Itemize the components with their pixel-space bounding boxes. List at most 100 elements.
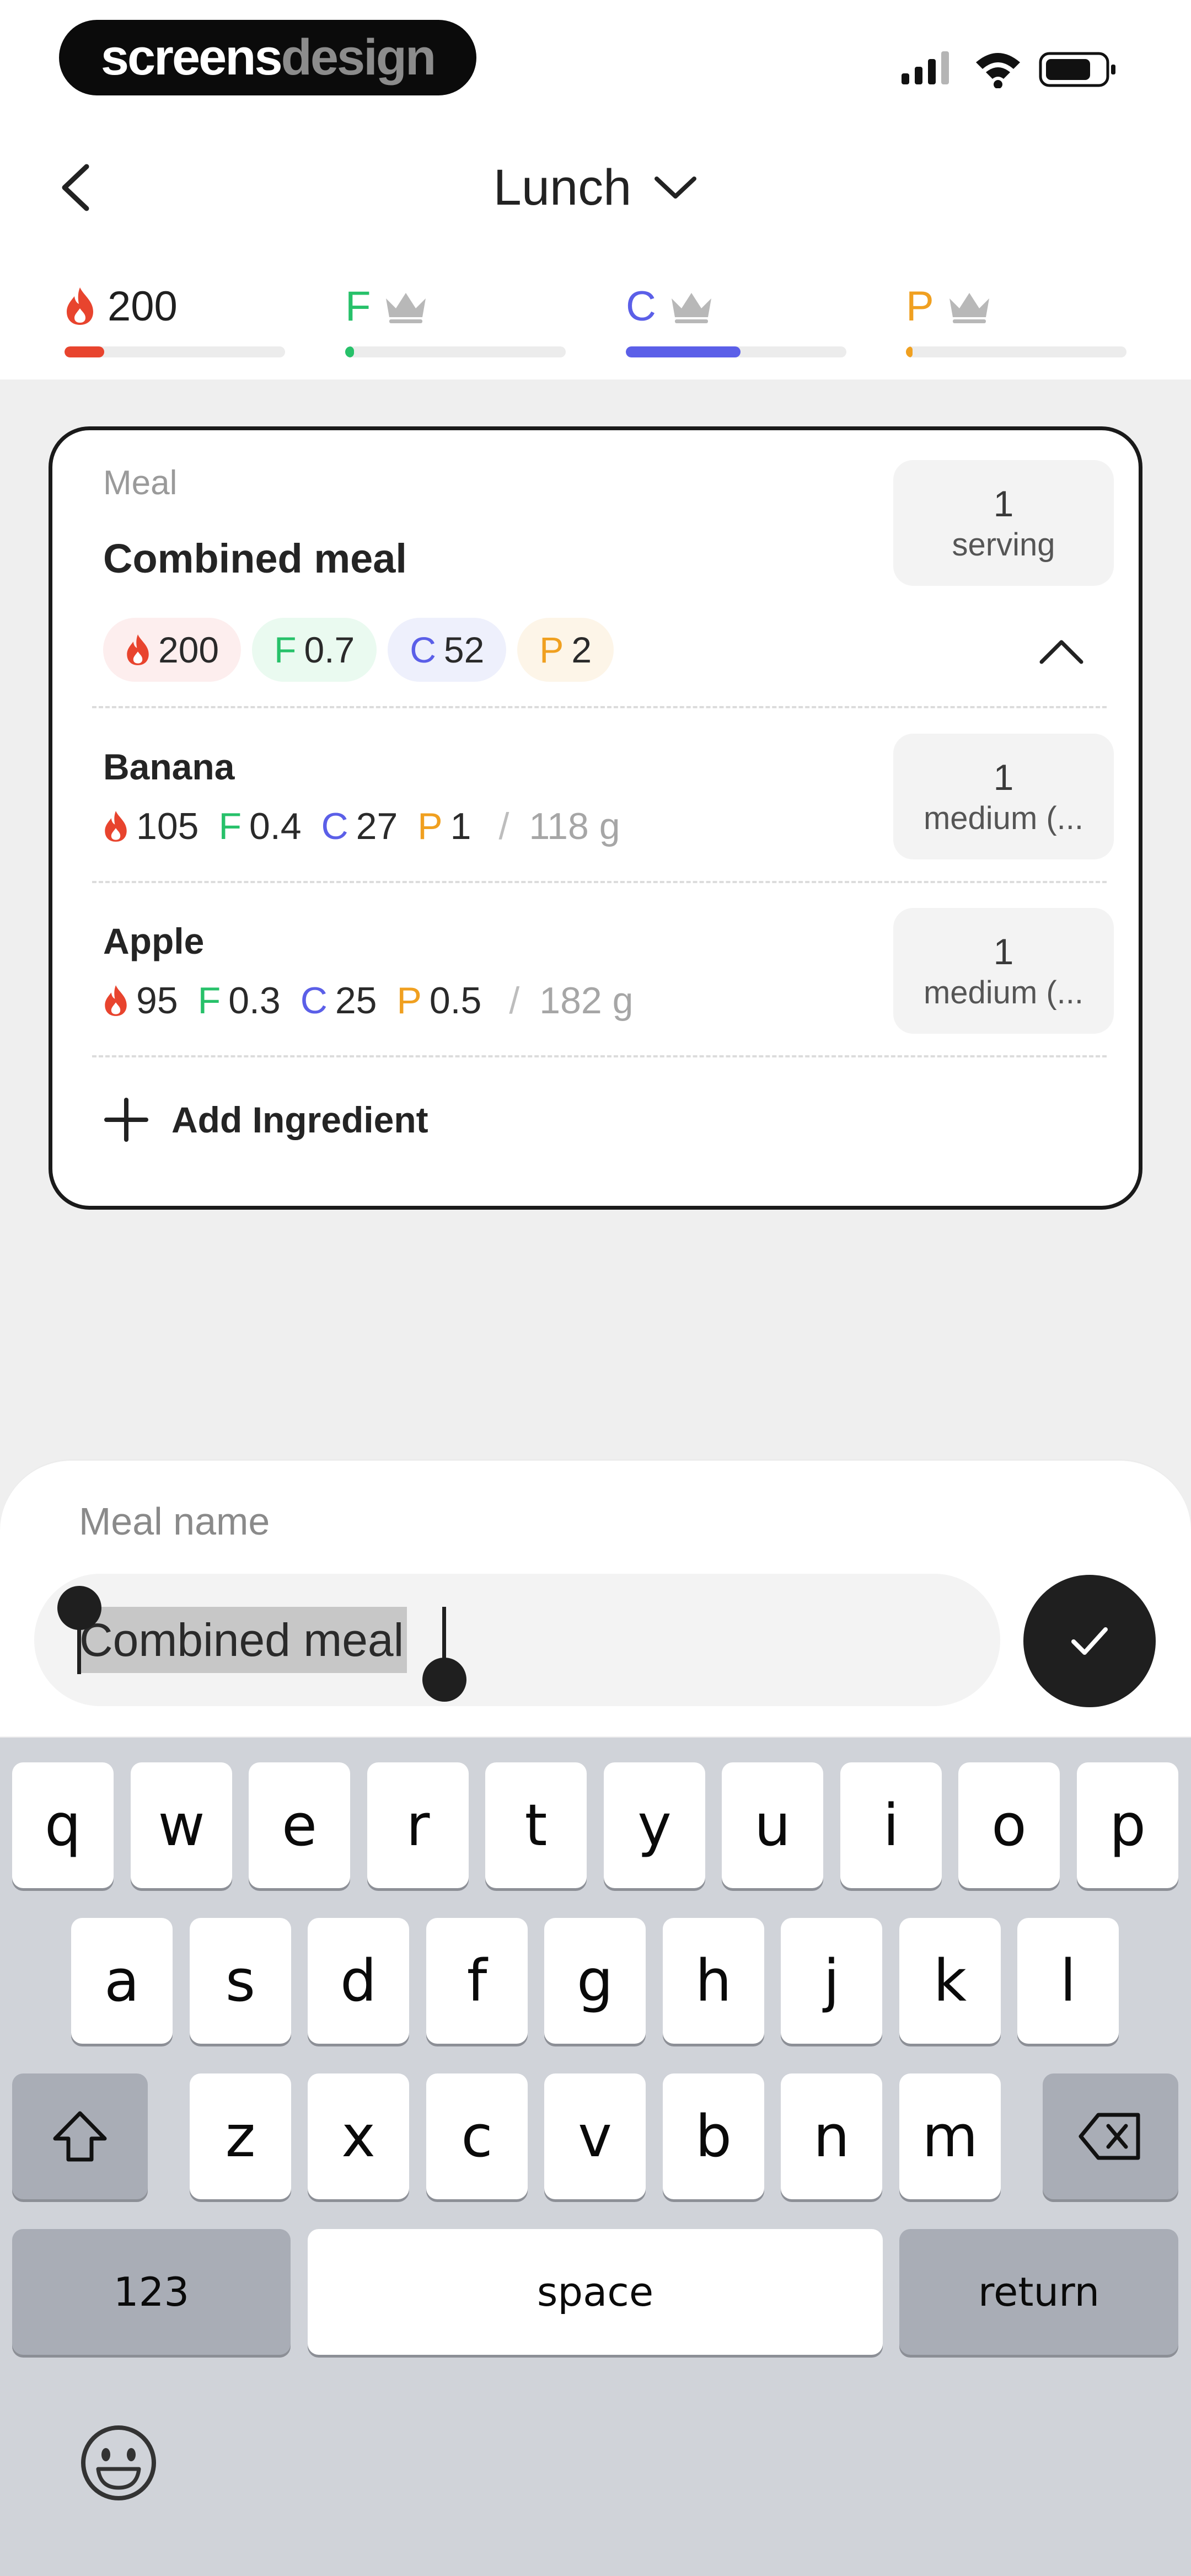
key-y[interactable]: y <box>604 1762 705 1888</box>
ingredient-serving-selector[interactable]: 1 medium (... <box>893 908 1114 1034</box>
ingredient-fat-label: F <box>218 805 242 847</box>
collapse-button[interactable] <box>1034 629 1089 673</box>
divider <box>92 1055 1107 1057</box>
key-u[interactable]: u <box>722 1762 823 1888</box>
serving-unit: medium (... <box>923 800 1084 836</box>
chip-fat-label: F <box>274 629 297 670</box>
macro-protein-track <box>906 346 1126 357</box>
chevron-down-icon <box>654 177 697 199</box>
chip-carbs-value: 52 <box>443 629 485 670</box>
serving-qty: 1 <box>993 757 1014 798</box>
key-p[interactable]: p <box>1077 1762 1178 1888</box>
meal-name-sheet: Meal name Combined meal <box>0 1459 1191 1736</box>
key-n[interactable]: n <box>781 2073 882 2199</box>
cellular-signal-icon <box>902 51 949 84</box>
ingredient-name: Apple <box>103 921 205 961</box>
key-o[interactable]: o <box>958 1762 1060 1888</box>
ingredient-protein: 1 <box>450 805 471 847</box>
ingredient-serving-selector[interactable]: 1 medium (... <box>893 734 1114 859</box>
key-d[interactable]: d <box>308 1918 409 2044</box>
key-q[interactable]: q <box>12 1762 114 1888</box>
meal-card: Meal Combined meal 1 serving 200 F 0.7 C… <box>49 426 1142 1210</box>
key-g[interactable]: g <box>544 1918 646 2044</box>
ingredient-fat-label: F <box>197 980 221 1022</box>
key-v[interactable]: v <box>544 2073 646 2199</box>
macro-calories: 200 <box>65 276 285 364</box>
key-f[interactable]: f <box>426 1918 528 2044</box>
ingredient-macros: 95 F 0.3 C 25 P 0.5 / 182 g <box>103 973 633 1028</box>
key-t[interactable]: t <box>485 1762 587 1888</box>
ingredient-fat: 0.4 <box>249 805 302 847</box>
space-key[interactable]: space <box>308 2229 883 2355</box>
serving-qty: 1 <box>993 931 1014 972</box>
key-e[interactable]: e <box>249 1762 350 1888</box>
key-m[interactable]: m <box>899 2073 1001 2199</box>
confirm-button[interactable] <box>1023 1575 1156 1707</box>
ingredient-separator: / <box>509 980 520 1022</box>
key-c[interactable]: c <box>426 2073 528 2199</box>
key-l[interactable]: l <box>1017 1918 1119 2044</box>
header: Lunch <box>0 138 1191 248</box>
chevron-up-icon <box>1039 640 1083 664</box>
crown-icon <box>949 293 989 323</box>
add-ingredient-button[interactable]: Add Ingredient <box>103 1092 428 1147</box>
serving-unit: medium (... <box>923 975 1084 1011</box>
chip-fat-value: 0.7 <box>304 629 355 670</box>
numbers-key[interactable]: 123 <box>12 2229 291 2355</box>
chip-calories: 200 <box>103 618 242 682</box>
macro-calories-value: 200 <box>108 282 178 330</box>
ingredient-weight: 182 g <box>539 980 634 1022</box>
key-w[interactable]: w <box>131 1762 232 1888</box>
page-title: Lunch <box>493 159 632 216</box>
selection-start-handle[interactable] <box>57 1586 101 1630</box>
serving-unit: serving <box>952 527 1055 563</box>
ingredient-carbs: 25 <box>335 980 377 1022</box>
chip-protein: P 2 <box>517 618 614 682</box>
ingredient-weight: 118 g <box>529 805 620 847</box>
ingredient-carbs-label: C <box>321 805 348 847</box>
delete-key[interactable] <box>1043 2073 1178 2199</box>
keyboard: q w e r t y u i o p a s d f g h j k l z … <box>0 1738 1191 2576</box>
flame-icon <box>67 287 93 325</box>
ingredient-calories: 105 <box>136 805 199 847</box>
meal-label: Meal <box>103 464 178 502</box>
return-key[interactable]: return <box>899 2229 1178 2355</box>
selection-end-handle[interactable] <box>422 1658 466 1702</box>
divider <box>92 706 1107 708</box>
shift-key[interactable] <box>12 2073 148 2199</box>
ingredient-protein-label: P <box>396 980 422 1022</box>
brand-logo: screens design <box>59 20 476 95</box>
chip-carbs: C 52 <box>388 618 507 682</box>
emoji-button[interactable] <box>77 2422 160 2504</box>
flame-icon <box>127 634 149 665</box>
backspace-icon <box>1079 2113 1140 2160</box>
plus-icon <box>104 1098 148 1142</box>
key-x[interactable]: x <box>308 2073 409 2199</box>
key-z[interactable]: z <box>190 2073 291 2199</box>
key-h[interactable]: h <box>663 1918 764 2044</box>
wifi-icon <box>976 53 1020 89</box>
status-bar: screens design <box>0 0 1191 121</box>
key-k[interactable]: k <box>899 1918 1001 2044</box>
divider <box>92 881 1107 883</box>
meal-name-input[interactable]: Combined meal <box>34 1574 1000 1706</box>
key-a[interactable]: a <box>71 1918 173 2044</box>
ingredient-fat: 0.3 <box>228 980 281 1022</box>
key-j[interactable]: j <box>781 1918 882 2044</box>
meal-type-selector[interactable]: Lunch <box>0 159 1191 216</box>
meal-name-selected-text: Combined meal <box>78 1607 407 1673</box>
macro-fat: F <box>345 276 566 364</box>
macro-protein-fill <box>906 346 913 357</box>
key-s[interactable]: s <box>190 1918 291 2044</box>
ingredient-calories: 95 <box>136 980 178 1022</box>
crown-icon <box>386 293 426 323</box>
macro-calories-fill <box>65 346 104 357</box>
key-i[interactable]: i <box>840 1762 942 1888</box>
key-r[interactable]: r <box>367 1762 469 1888</box>
brand-logo-right: design <box>281 29 436 85</box>
ingredient-protein-label: P <box>417 805 443 847</box>
key-b[interactable]: b <box>663 2073 764 2199</box>
macro-calories-track <box>65 346 285 357</box>
meal-serving-selector[interactable]: 1 serving <box>893 460 1114 586</box>
shift-arrow-icon <box>53 2111 107 2162</box>
